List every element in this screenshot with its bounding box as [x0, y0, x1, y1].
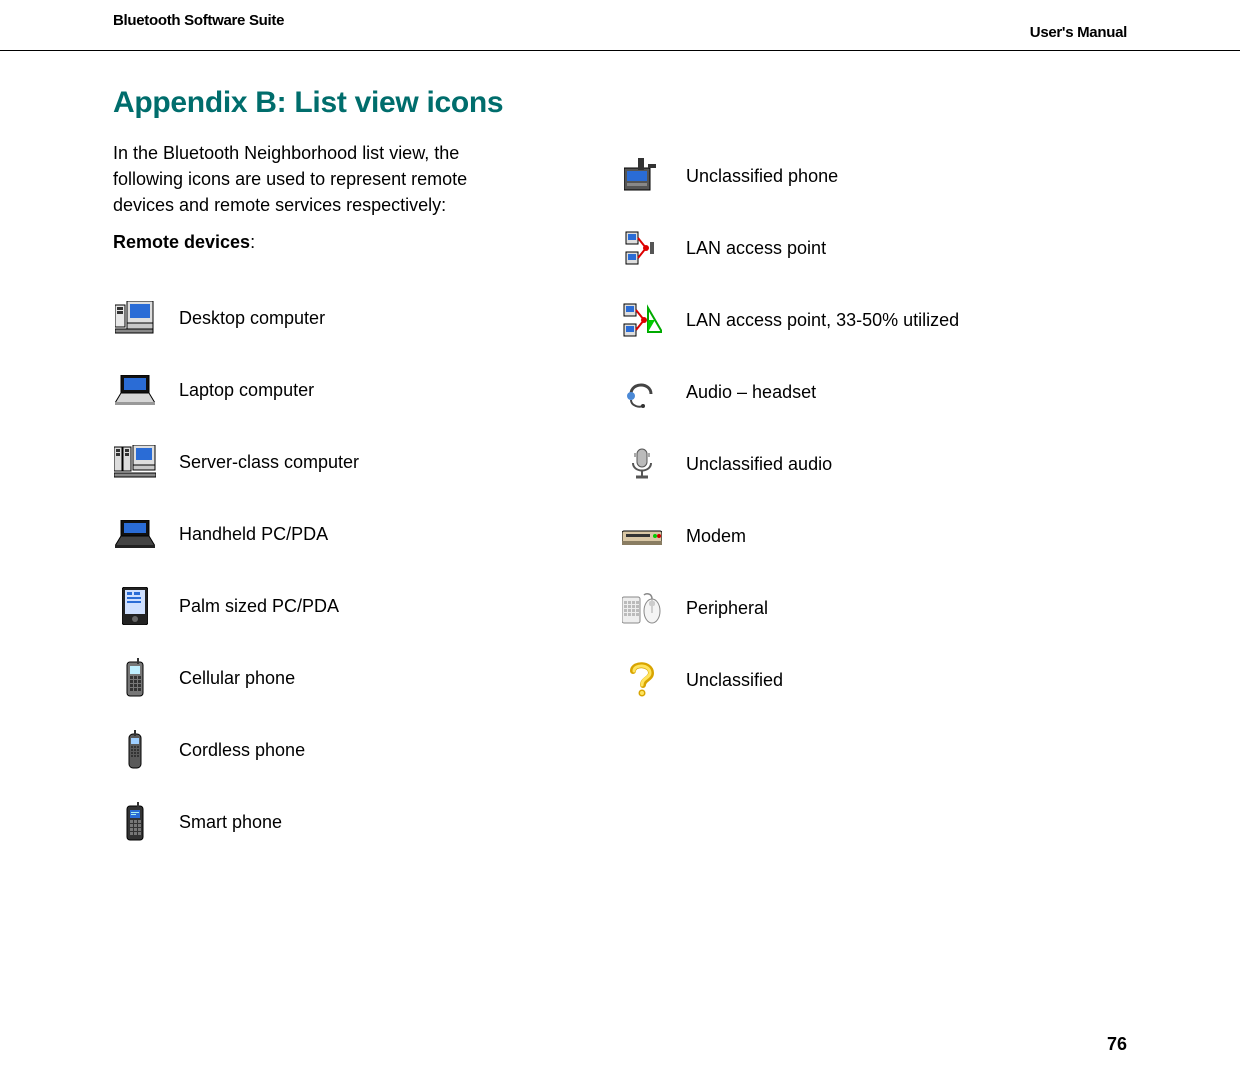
- left-column: Desktop computer Laptop computer: [113, 282, 359, 858]
- list-item: Unclassified: [620, 644, 959, 716]
- modem-icon: [620, 514, 664, 558]
- list-item-label: LAN access point, 33-50% utilized: [686, 310, 959, 331]
- list-item-label: Peripheral: [686, 598, 768, 619]
- page-number: 76: [1107, 1034, 1127, 1055]
- list-item: Cellular phone: [113, 642, 359, 714]
- list-item: Palm sized PC/PDA: [113, 570, 359, 642]
- list-item-label: Smart phone: [179, 812, 282, 833]
- list-item-label: Cordless phone: [179, 740, 305, 761]
- palm-pda-icon: [113, 584, 157, 628]
- intro-paragraph: In the Bluetooth Neighborhood list view,…: [113, 140, 473, 218]
- list-item: Audio – headset: [620, 356, 959, 428]
- peripheral-icon: [620, 586, 664, 630]
- header-rule: [0, 50, 1240, 51]
- smart-phone-icon: [113, 800, 157, 844]
- remote-devices-heading: Remote devices:: [113, 232, 255, 253]
- lan-access-point-icon: [620, 226, 664, 270]
- unclassified-phone-icon: [620, 154, 664, 198]
- list-item-label: Unclassified audio: [686, 454, 832, 475]
- cellular-phone-icon: [113, 656, 157, 700]
- list-item-label: Unclassified phone: [686, 166, 838, 187]
- right-column: Unclassified phone LAN access point: [620, 140, 959, 716]
- list-item-label: Laptop computer: [179, 380, 314, 401]
- page-title: Appendix B: List view icons: [113, 86, 503, 120]
- list-item: Unclassified audio: [620, 428, 959, 500]
- unclassified-icon: [620, 658, 664, 702]
- list-item: Modem: [620, 500, 959, 572]
- page-header: Bluetooth Software Suite User's Manual: [0, 0, 1240, 56]
- list-item-label: Unclassified: [686, 670, 783, 691]
- list-item: Unclassified phone: [620, 140, 959, 212]
- remote-devices-heading-colon: :: [250, 232, 255, 252]
- list-item: Smart phone: [113, 786, 359, 858]
- remote-devices-heading-bold: Remote devices: [113, 232, 250, 252]
- list-item-label: Audio – headset: [686, 382, 816, 403]
- list-item: Peripheral: [620, 572, 959, 644]
- list-item-label: Cellular phone: [179, 668, 295, 689]
- list-item: LAN access point: [620, 212, 959, 284]
- list-item: Server-class computer: [113, 426, 359, 498]
- cordless-phone-icon: [113, 728, 157, 772]
- laptop-computer-icon: [113, 368, 157, 412]
- audio-headset-icon: [620, 370, 664, 414]
- list-item: Cordless phone: [113, 714, 359, 786]
- list-item: LAN access point, 33-50% utilized: [620, 284, 959, 356]
- list-item-label: Modem: [686, 526, 746, 547]
- header-manual: User's Manual: [1030, 24, 1127, 41]
- list-item-label: Server-class computer: [179, 452, 359, 473]
- list-item: Desktop computer: [113, 282, 359, 354]
- list-item: Handheld PC/PDA: [113, 498, 359, 570]
- list-item-label: Palm sized PC/PDA: [179, 596, 339, 617]
- list-item: Laptop computer: [113, 354, 359, 426]
- desktop-computer-icon: [113, 296, 157, 340]
- lan-access-point-utilized-icon: [620, 298, 664, 342]
- list-item-label: LAN access point: [686, 238, 826, 259]
- header-product: Bluetooth Software Suite: [113, 12, 284, 29]
- handheld-pc-icon: [113, 512, 157, 556]
- list-item-label: Desktop computer: [179, 308, 325, 329]
- unclassified-audio-icon: [620, 442, 664, 486]
- page: Bluetooth Software Suite User's Manual A…: [0, 0, 1240, 1075]
- list-item-label: Handheld PC/PDA: [179, 524, 328, 545]
- server-computer-icon: [113, 440, 157, 484]
